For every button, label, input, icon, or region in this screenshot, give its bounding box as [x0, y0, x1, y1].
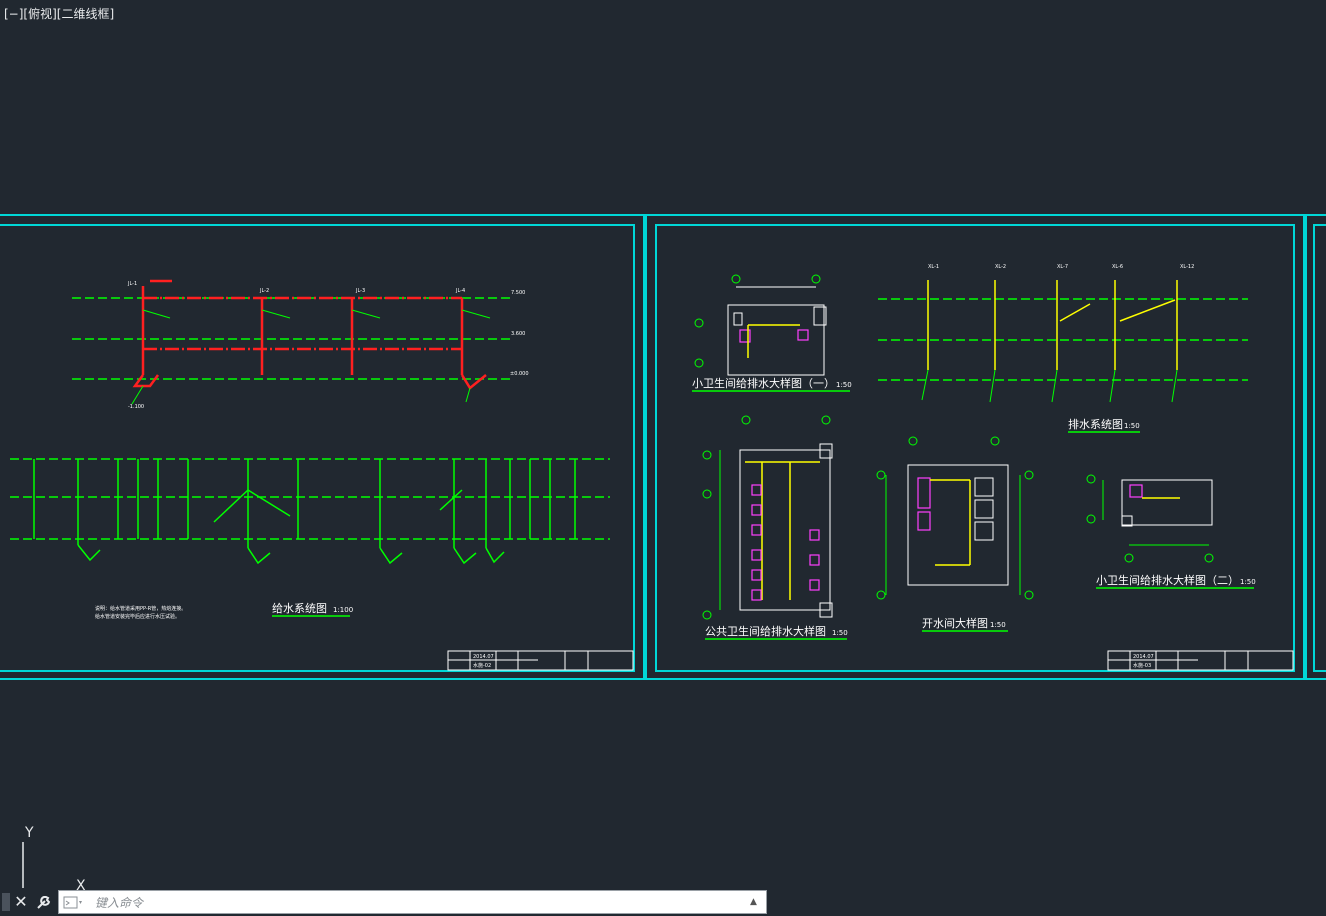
- close-icon[interactable]: ✕: [12, 892, 30, 912]
- ucs-y-label: Y: [24, 825, 34, 841]
- level-label-basement: -1.100: [128, 404, 144, 410]
- boiling-water-room-detail: [876, 436, 1034, 632]
- sheet-2-date: 2014.07: [1133, 654, 1154, 660]
- sheet-2-code: 水施-03: [1133, 662, 1151, 669]
- supply-system-lower-diagram: [10, 458, 610, 565]
- title-small-washroom-2-scale: 1:50: [1240, 578, 1256, 586]
- svg-text:给水管道安装完毕后应进行水压试验。: 给水管道安装完毕后应进行水压试验。: [95, 613, 180, 620]
- drainage-system-diagram: XL-1 XL-2 XL-7 XL-6 XL-12: [878, 264, 1248, 403]
- model-space-canvas[interactable]: JL-1 JL-2 JL-3 JL-4 7.500 3.600 ±0.000 -…: [0, 0, 1326, 916]
- drain-riser-xl1: XL-1: [928, 264, 939, 270]
- sheet-3-outer-frame: [1305, 214, 1326, 680]
- ucs-icon: Y X: [22, 825, 86, 892]
- public-washroom-detail: [702, 415, 847, 640]
- title-small-washroom-1: 小卫生间给排水大样图（一）: [692, 376, 835, 390]
- drainage-system-title: 排水系统图 1:50: [1068, 417, 1140, 433]
- title-water-supply-system: 给水系统图: [272, 602, 327, 615]
- public-washroom-title: 公共卫生间给排水大样图 1:50: [705, 624, 848, 638]
- sheet-3-inner-frame: [1313, 224, 1326, 672]
- command-prompt-icon[interactable]: [63, 896, 85, 910]
- sheet-1-title-block: 2014.07 水施-02: [447, 650, 634, 671]
- drain-riser-xl2: XL-2: [995, 264, 1006, 270]
- supply-system-upper-diagram: JL-1 JL-2 JL-3 JL-4 7.500 3.600 ±0.000 -…: [72, 279, 529, 410]
- triangle-up-icon[interactable]: ▲: [750, 895, 760, 909]
- command-line-grip[interactable]: [2, 893, 10, 911]
- level-label-ground: ±0.000: [510, 371, 529, 377]
- sheet-2-inner-frame: [655, 224, 1295, 672]
- sheet-1-code: 水施-02: [473, 662, 491, 669]
- sheet-2-title-block: 2014.07 水施-03: [1107, 650, 1294, 671]
- wrench-icon[interactable]: [34, 892, 54, 912]
- small-washroom-detail-2: [1086, 474, 1254, 589]
- title-small-washroom-1-scale: 1:50: [836, 381, 852, 389]
- sheet-1-title: 给水系统图 1:100: [272, 602, 353, 617]
- sheet-2-outer-frame: [645, 214, 1305, 680]
- command-line-bar: ✕ ▲: [0, 889, 768, 915]
- title-boiling-water-room-scale: 1:50: [990, 621, 1006, 629]
- riser-label-jl4: JL-4: [455, 288, 465, 294]
- svg-text:说明：给水管道采用PP-R管，热熔连接。: 说明：给水管道采用PP-R管，热熔连接。: [95, 605, 186, 612]
- drain-riser-xl12: XL-12: [1180, 264, 1194, 270]
- riser-label-jl3: JL-3: [355, 288, 365, 294]
- sheet-frames: [0, 214, 1326, 680]
- title-drainage-system: 排水系统图: [1068, 417, 1123, 431]
- title-small-washroom-2: 小卫生间给排水大样图（二）: [1096, 573, 1239, 587]
- small-washroom-detail-2-title: 小卫生间给排水大样图（二） 1:50: [1096, 573, 1256, 587]
- drain-riser-xl6: XL-6: [1112, 264, 1123, 270]
- sheet-1-date: 2014.07: [473, 654, 494, 660]
- command-input[interactable]: [93, 893, 737, 913]
- title-public-washroom: 公共卫生间给排水大样图: [705, 624, 826, 638]
- title-water-supply-scale: 1:100: [333, 606, 353, 614]
- supply-lower-annotations: 说明：给水管道采用PP-R管，热熔连接。 给水管道安装完毕后应进行水压试验。: [95, 605, 186, 620]
- small-washroom-detail-1-title: 小卫生间给排水大样图（一） 1:50: [692, 376, 852, 390]
- level-label-upper: 7.500: [511, 290, 525, 296]
- riser-label-jl1: JL-1: [127, 281, 137, 287]
- level-label-middle: 3.600: [511, 331, 525, 337]
- title-boiling-water-room: 开水间大样图: [922, 616, 988, 630]
- drain-riser-xl7: XL-7: [1057, 264, 1068, 270]
- title-drainage-system-scale: 1:50: [1124, 422, 1140, 430]
- riser-label-jl2: JL-2: [259, 288, 269, 294]
- command-input-container[interactable]: ▲: [58, 890, 767, 914]
- boiling-water-room-title: 开水间大样图 1:50: [922, 616, 1006, 630]
- title-public-washroom-scale: 1:50: [832, 629, 848, 637]
- small-washroom-detail-1: [692, 274, 850, 392]
